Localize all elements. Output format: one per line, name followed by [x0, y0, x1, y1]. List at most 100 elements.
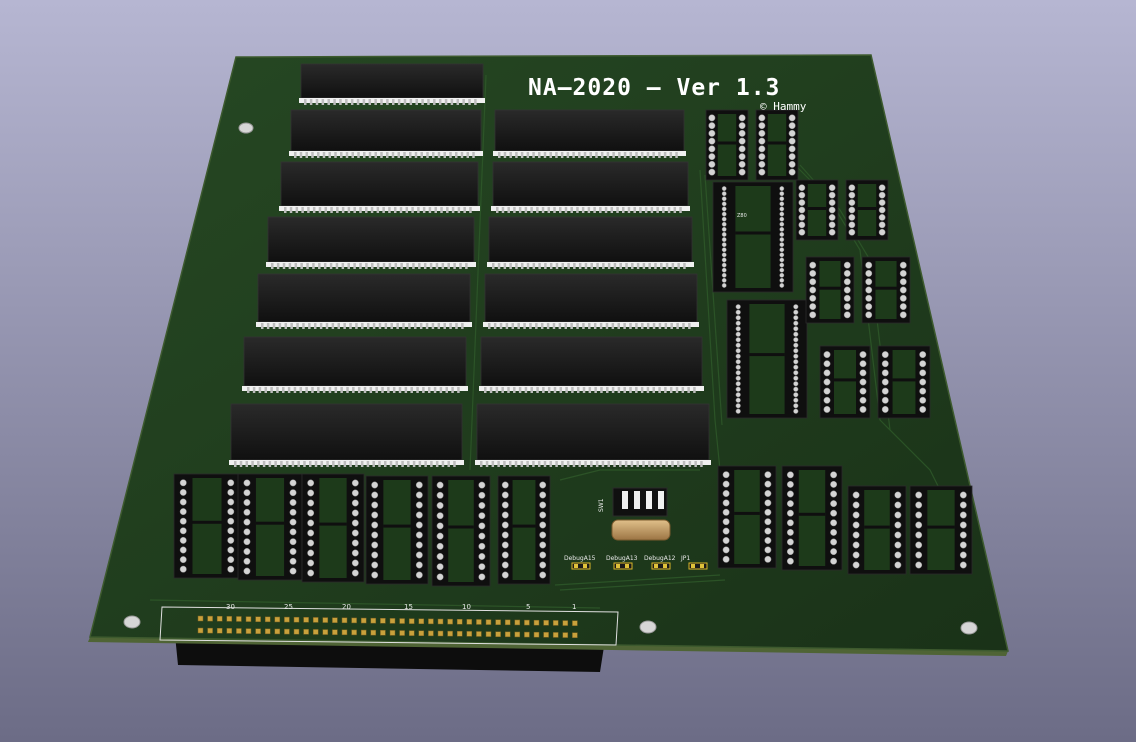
header-pin: [418, 618, 425, 625]
header-pin: [389, 618, 396, 624]
ic-socket: [365, 475, 429, 585]
header-pin: [341, 629, 348, 636]
header-pin: [562, 620, 569, 626]
ic-socket: [497, 475, 551, 585]
board-title: NA—2020 — Ver 1.3: [528, 75, 780, 101]
header-pin: [524, 619, 530, 626]
header-pin: [485, 631, 492, 637]
ic-socket: [173, 473, 241, 579]
header-pin: [543, 620, 549, 626]
memory-chip: [279, 161, 480, 213]
mounting-hole: [123, 615, 141, 629]
ic-socket: [705, 109, 749, 181]
header-pin: [495, 631, 501, 637]
header-pin: [370, 617, 377, 624]
header-pin: [284, 628, 290, 635]
ic-socket: [845, 179, 889, 241]
header-pin: [255, 628, 261, 634]
header-pin: [408, 618, 415, 624]
header-pin: [370, 629, 377, 636]
jumper-label: DebugA15: [564, 555, 596, 562]
connector-number: 25: [284, 603, 293, 611]
memory-chip: [483, 273, 699, 329]
board-copyright: © Hammy: [760, 100, 807, 113]
header-pin: [207, 615, 213, 622]
memory-chip: [487, 216, 694, 269]
mounting-hole: [639, 620, 657, 634]
ic-socket: [237, 473, 303, 581]
header-pin: [552, 620, 559, 626]
header-pin: [332, 617, 338, 623]
header-pin: [543, 632, 549, 638]
header-pin: [428, 618, 434, 625]
header-pin: [303, 617, 309, 623]
header-pin: [418, 630, 425, 637]
header-pin: [293, 628, 300, 635]
header-pin: [216, 615, 223, 622]
header-pin: [197, 615, 204, 622]
header-pin: [341, 617, 348, 624]
ic-socket: [717, 465, 777, 569]
ic-socket: [755, 109, 799, 181]
ic-socket: [819, 345, 871, 419]
header-pin: [312, 629, 319, 635]
memory-chip: [491, 161, 690, 213]
header-pin: [456, 618, 463, 625]
header-pin: [351, 617, 357, 624]
header-pin: [456, 630, 463, 637]
connector-number: 5: [526, 603, 530, 611]
header-pin: [274, 616, 281, 623]
header-pin: [360, 617, 367, 624]
header-pin: [264, 628, 271, 635]
jumper-label: JP1: [680, 555, 690, 562]
header-pin: [226, 616, 233, 622]
ic-socket: [301, 473, 365, 583]
header-pin: [322, 629, 329, 635]
memory-chip: [289, 109, 483, 158]
header-pin: [245, 616, 252, 622]
header-pin: [389, 630, 396, 636]
header-pin: [552, 632, 559, 638]
header-pin: [245, 628, 252, 634]
socket-label: Z80: [737, 213, 747, 219]
ic-socket: [861, 256, 911, 324]
header-pin: [332, 629, 338, 635]
memory-chip: [493, 109, 686, 158]
jumper: [571, 562, 591, 570]
header-pin: [226, 628, 233, 634]
header-pin: [476, 631, 482, 637]
header-pin: [504, 631, 511, 638]
header-pin: [399, 618, 405, 624]
header-pin: [514, 631, 521, 638]
header-pin: [572, 632, 578, 638]
header-pin: [533, 631, 540, 638]
header-pin: [533, 619, 540, 626]
header-pin: [437, 618, 444, 625]
header-pin: [562, 632, 569, 638]
header-pin: [466, 619, 473, 625]
header-pin: [284, 616, 290, 623]
header-pin: [236, 628, 242, 634]
header-pin: [408, 630, 415, 636]
ic-socket: [781, 465, 843, 571]
header-pin: [322, 617, 329, 623]
connector-number: 15: [404, 603, 413, 611]
memory-chip: [242, 336, 468, 393]
header-pin: [380, 618, 386, 624]
crystal-oscillator: [611, 519, 671, 541]
header-pin: [504, 619, 511, 626]
connector-number: 20: [342, 603, 351, 611]
jumper: [688, 562, 708, 570]
memory-chip: [266, 216, 476, 269]
ic-socket: [726, 299, 808, 419]
mounting-hole: [238, 122, 254, 134]
ic-socket: [909, 485, 973, 575]
header-pin: [476, 619, 482, 625]
jumper-label: DebugA12: [644, 555, 676, 562]
header-pin: [572, 620, 578, 626]
header-pin: [216, 627, 223, 634]
connector-number: 1: [572, 603, 576, 611]
connector-number: 10: [462, 603, 471, 611]
header-pin: [293, 616, 300, 623]
ic-socket: [847, 485, 907, 575]
